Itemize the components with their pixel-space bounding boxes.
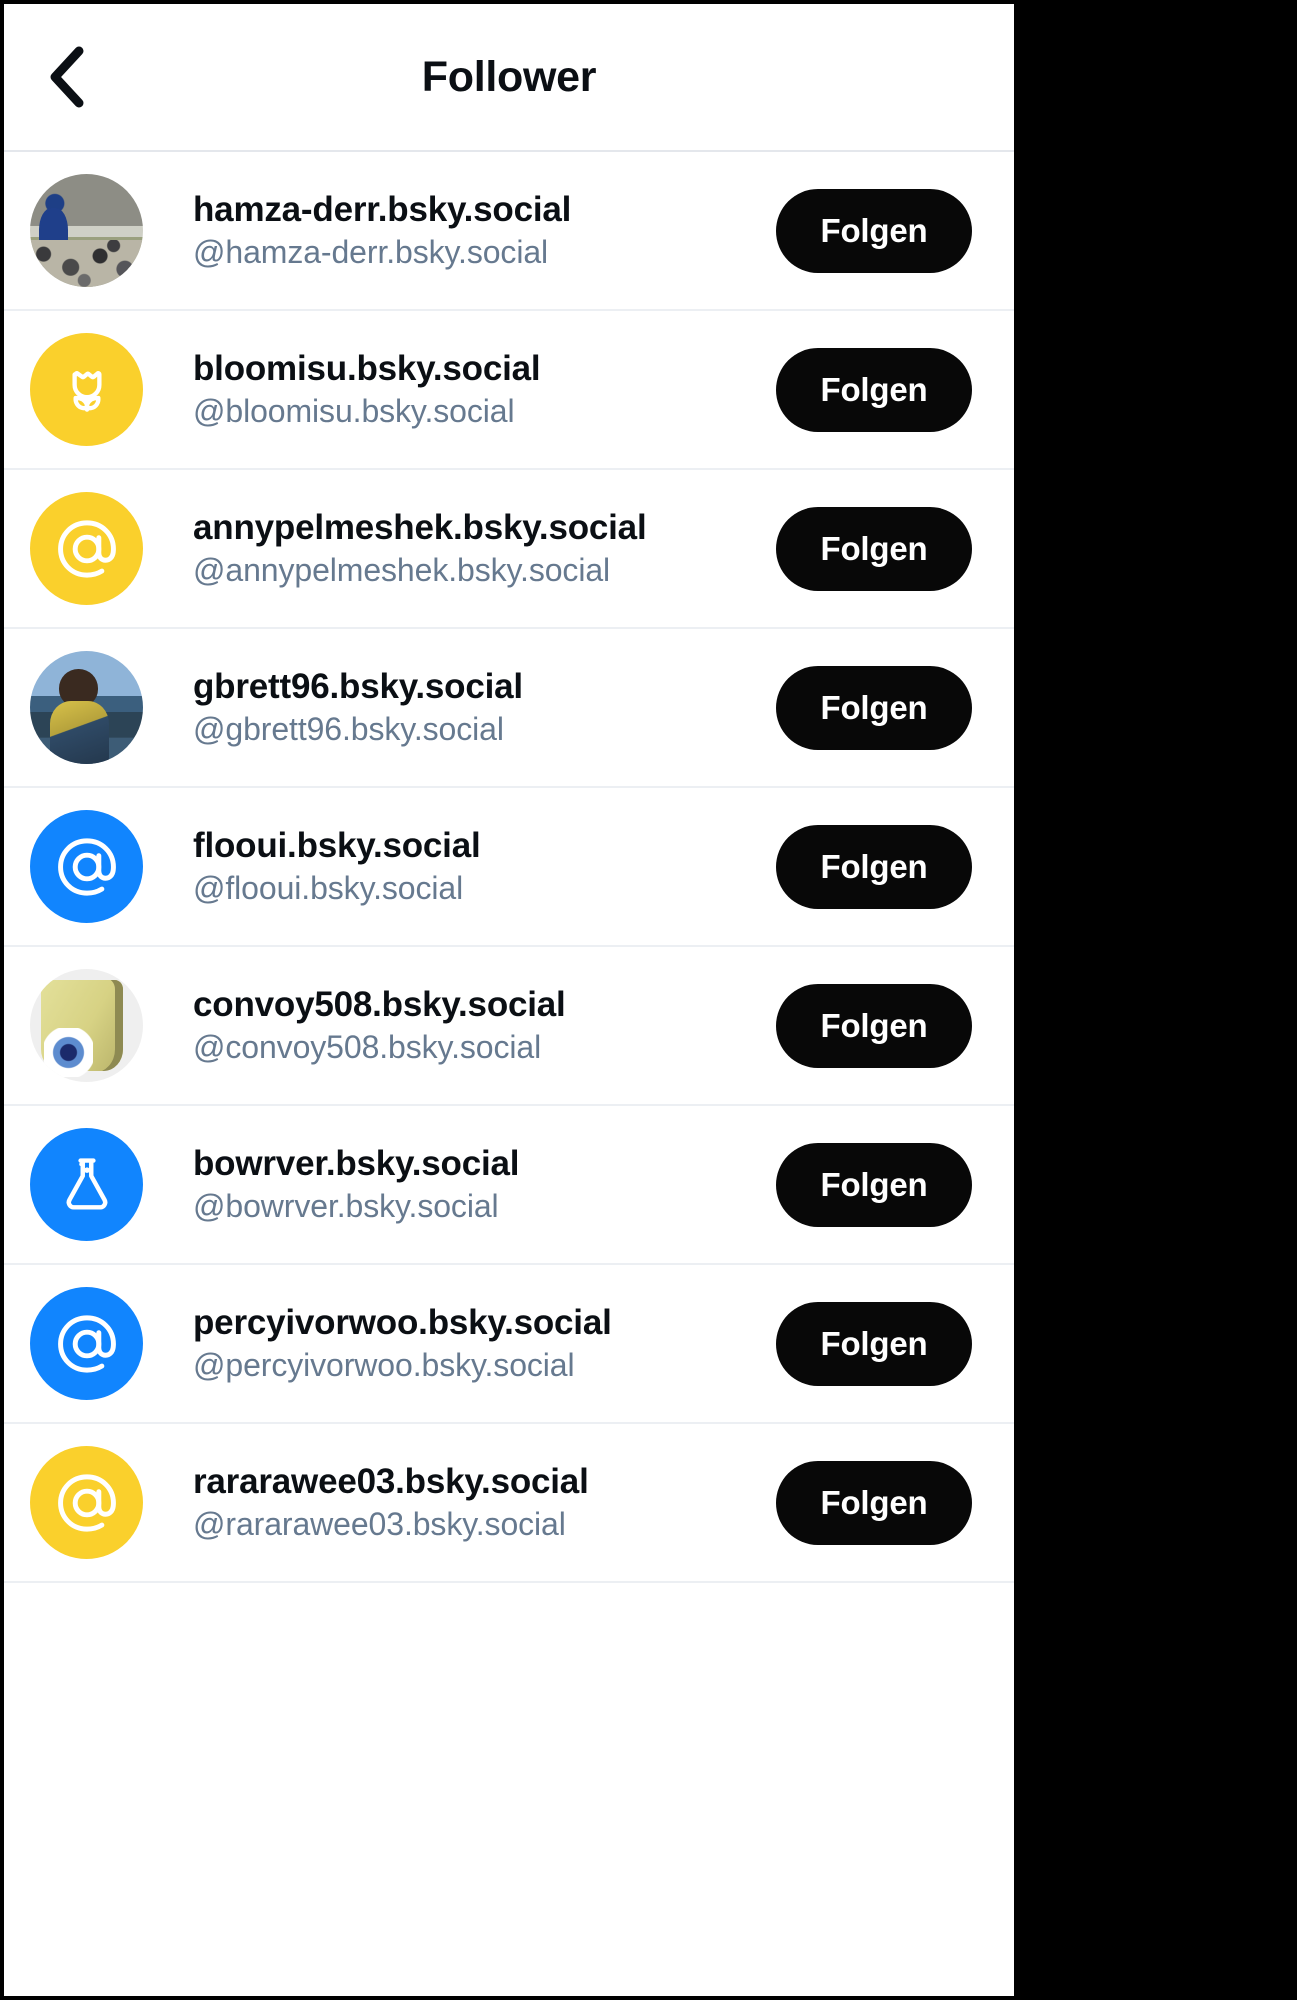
handle: @bowrver.bsky.social bbox=[193, 1187, 499, 1224]
page-title: Follower bbox=[421, 52, 597, 101]
handle: @rararawee03.bsky.social bbox=[193, 1505, 566, 1542]
tulip-icon bbox=[54, 357, 120, 423]
handle: @gbrett96.bsky.social bbox=[193, 710, 504, 747]
follow-button[interactable]: Folgen bbox=[776, 1301, 972, 1386]
follower-row[interactable]: bowrver.bsky.social @bowrver.bsky.social F… bbox=[4, 1106, 1014, 1265]
display-name: annypelmeshek.bsky.social bbox=[193, 508, 647, 547]
follower-identity: gbrett96.bsky.social @gbrett96.bsky.socia… bbox=[143, 667, 776, 748]
handle: @annypelmeshek.bsky.social bbox=[193, 551, 611, 588]
display-name: hamza-derr.bsky.social bbox=[193, 190, 572, 229]
at-sign-icon bbox=[51, 1467, 123, 1539]
avatar[interactable] bbox=[30, 810, 143, 923]
follower-row[interactable]: annypelmeshek.bsky.social @annypelmeshek.… bbox=[4, 470, 1014, 629]
avatar[interactable] bbox=[30, 492, 143, 605]
handle: @percyivorwoo.bsky.social bbox=[193, 1346, 575, 1383]
display-name: flooui.bsky.social bbox=[193, 826, 481, 865]
display-name: percyivorwoo.bsky.social bbox=[193, 1303, 612, 1342]
follow-button[interactable]: Folgen bbox=[776, 665, 972, 750]
handle: @convoy508.bsky.social bbox=[193, 1028, 542, 1065]
follow-button[interactable]: Folgen bbox=[776, 188, 972, 273]
avatar[interactable] bbox=[30, 333, 143, 446]
chevron-left-icon bbox=[44, 46, 88, 108]
follower-row[interactable]: gbrett96.bsky.social @gbrett96.bsky.socia… bbox=[4, 629, 1014, 788]
avatar[interactable] bbox=[30, 1446, 143, 1559]
follower-identity: convoy508.bsky.social @convoy508.bsky.soc… bbox=[143, 985, 776, 1066]
avatar-photo[interactable] bbox=[30, 969, 143, 1082]
screen-root: Follower hamza-derr.bsky.social @hamza-de… bbox=[0, 0, 1297, 2000]
avatar[interactable] bbox=[30, 1287, 143, 1400]
follow-button[interactable]: Folgen bbox=[776, 983, 972, 1068]
follow-button[interactable]: Folgen bbox=[776, 506, 972, 591]
follow-button[interactable]: Folgen bbox=[776, 1142, 972, 1227]
follower-identity: flooui.bsky.social @flooui.bsky.social bbox=[143, 826, 776, 907]
handle: @bloomisu.bsky.social bbox=[193, 392, 515, 429]
follower-identity: bowrver.bsky.social @bowrver.bsky.social bbox=[143, 1144, 776, 1225]
follower-row[interactable]: hamza-derr.bsky.social @hamza-derr.bsky.s… bbox=[4, 152, 1014, 311]
follower-list: hamza-derr.bsky.social @hamza-derr.bsky.s… bbox=[4, 152, 1014, 1583]
follow-button[interactable]: Folgen bbox=[776, 1460, 972, 1545]
follow-button[interactable]: Folgen bbox=[776, 824, 972, 909]
follower-row[interactable]: convoy508.bsky.social @convoy508.bsky.soc… bbox=[4, 947, 1014, 1106]
avatar[interactable] bbox=[30, 1128, 143, 1241]
at-sign-icon bbox=[51, 1308, 123, 1380]
display-name: bloomisu.bsky.social bbox=[193, 349, 541, 388]
handle: @hamza-derr.bsky.social bbox=[193, 233, 549, 270]
display-name: bowrver.bsky.social bbox=[193, 1144, 520, 1183]
follower-identity: rararawee03.bsky.social @rararawee03.bsky… bbox=[143, 1462, 776, 1543]
handle: @flooui.bsky.social bbox=[193, 869, 464, 906]
follower-row[interactable]: bloomisu.bsky.social @bloomisu.bsky.socia… bbox=[4, 311, 1014, 470]
display-name: rararawee03.bsky.social bbox=[193, 1462, 589, 1501]
follower-row[interactable]: rararawee03.bsky.social @rararawee03.bsky… bbox=[4, 1424, 1014, 1583]
avatar-photo[interactable] bbox=[30, 174, 143, 287]
display-name: convoy508.bsky.social bbox=[193, 985, 566, 1024]
at-sign-icon bbox=[51, 831, 123, 903]
at-sign-icon bbox=[51, 513, 123, 585]
follower-row[interactable]: percyivorwoo.bsky.social @percyivorwoo.bs… bbox=[4, 1265, 1014, 1424]
follower-identity: percyivorwoo.bsky.social @percyivorwoo.bs… bbox=[143, 1303, 776, 1384]
follower-identity: hamza-derr.bsky.social @hamza-derr.bsky.s… bbox=[143, 190, 776, 271]
follower-identity: annypelmeshek.bsky.social @annypelmeshek.… bbox=[143, 508, 776, 589]
follow-button[interactable]: Folgen bbox=[776, 347, 972, 432]
avatar-photo[interactable] bbox=[30, 651, 143, 764]
back-button[interactable] bbox=[30, 41, 102, 113]
follower-row[interactable]: flooui.bsky.social @flooui.bsky.social Fol… bbox=[4, 788, 1014, 947]
app-viewport: Follower hamza-derr.bsky.social @hamza-de… bbox=[4, 4, 1014, 1996]
app-header: Follower bbox=[4, 4, 1014, 152]
follower-identity: bloomisu.bsky.social @bloomisu.bsky.socia… bbox=[143, 349, 776, 430]
display-name: gbrett96.bsky.social bbox=[193, 667, 523, 706]
flask-icon bbox=[57, 1151, 117, 1219]
